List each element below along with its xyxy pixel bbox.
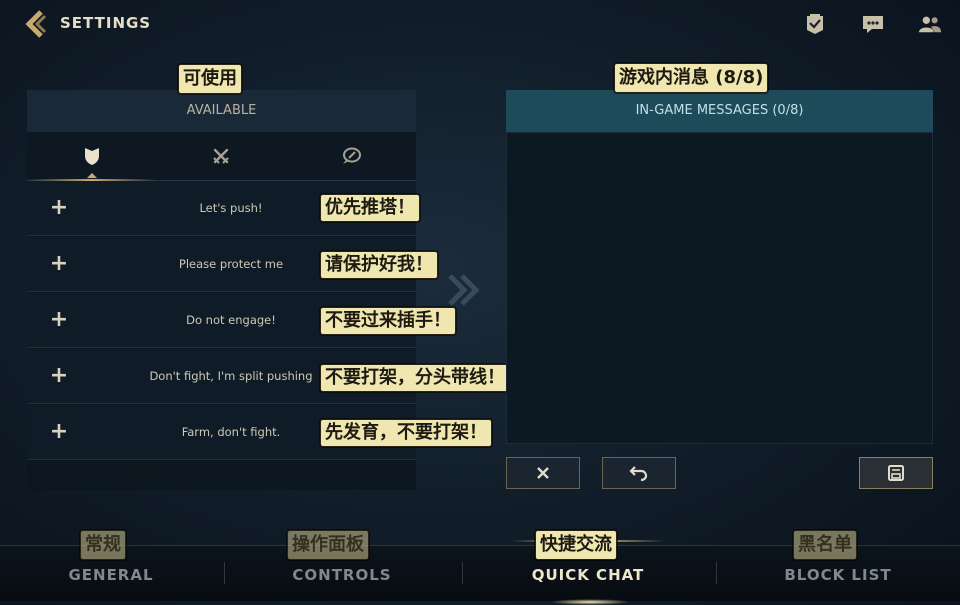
nav-annotation: 操作面板	[287, 530, 369, 560]
back-chevron-icon	[25, 10, 47, 38]
available-panel-header: AVAILABLE	[27, 90, 416, 133]
nav-divider	[224, 562, 225, 584]
nav-divider	[716, 562, 717, 584]
tab-label: GENERAL	[68, 566, 154, 584]
add-icon[interactable]: +	[47, 418, 71, 446]
crossed-swords-icon	[212, 148, 229, 164]
undo-button[interactable]	[602, 457, 676, 489]
tab-shield[interactable]	[27, 132, 156, 181]
ping-chat-icon	[342, 147, 361, 164]
save-icon	[888, 465, 904, 481]
friends-button[interactable]	[918, 12, 942, 36]
category-tabs	[27, 132, 416, 181]
in-game-message-list[interactable]	[506, 132, 933, 444]
add-icon[interactable]: +	[47, 306, 71, 334]
add-icon[interactable]: +	[47, 362, 71, 390]
tab-label: CONTROLS	[292, 566, 392, 584]
available-annotation: 可使用	[178, 64, 242, 94]
message-annotation: 优先推塔！	[320, 194, 420, 222]
available-label: AVAILABLE	[186, 103, 257, 118]
tab-label: QUICK CHAT	[531, 566, 645, 584]
mission-badge-icon	[807, 14, 823, 34]
tab-label: BLOCK LIST	[784, 566, 892, 584]
shield-icon	[84, 148, 99, 165]
chat-bubble-icon	[863, 16, 883, 33]
message-annotation: 不要打架，分头带线！	[320, 364, 510, 392]
message-annotation: 请保护好我！	[320, 251, 438, 279]
chat-button[interactable]	[861, 12, 885, 36]
add-icon[interactable]: +	[47, 194, 71, 222]
save-button[interactable]	[859, 457, 933, 489]
nav-annotation: 常规	[80, 530, 126, 560]
active-tab-caret	[86, 173, 97, 178]
page-title: SETTINGS	[60, 14, 152, 32]
in-game-label: IN-GAME MESSAGES (0/8)	[635, 103, 804, 118]
mission-badge-button[interactable]	[803, 12, 827, 36]
back-button[interactable]	[24, 10, 50, 38]
message-annotation: 先发育，不要打架！	[320, 419, 492, 447]
nav-annotation: 黑名单	[793, 530, 857, 560]
clear-button[interactable]	[506, 457, 580, 489]
nav-divider	[462, 562, 463, 584]
undo-icon	[629, 466, 648, 482]
close-icon	[537, 467, 549, 479]
in-game-panel-header: IN-GAME MESSAGES (0/8)	[506, 90, 933, 132]
in-game-annotation: 游戏内消息 (8/8)	[614, 63, 769, 93]
tab-swords[interactable]	[156, 132, 285, 180]
nav-annotation: 快捷交流	[535, 530, 617, 560]
add-icon[interactable]: +	[47, 250, 71, 278]
friends-icon	[918, 16, 942, 33]
transfer-arrow-icon	[444, 272, 484, 308]
tab-ping[interactable]	[286, 132, 415, 180]
message-annotation: 不要过来插手！	[320, 307, 456, 335]
